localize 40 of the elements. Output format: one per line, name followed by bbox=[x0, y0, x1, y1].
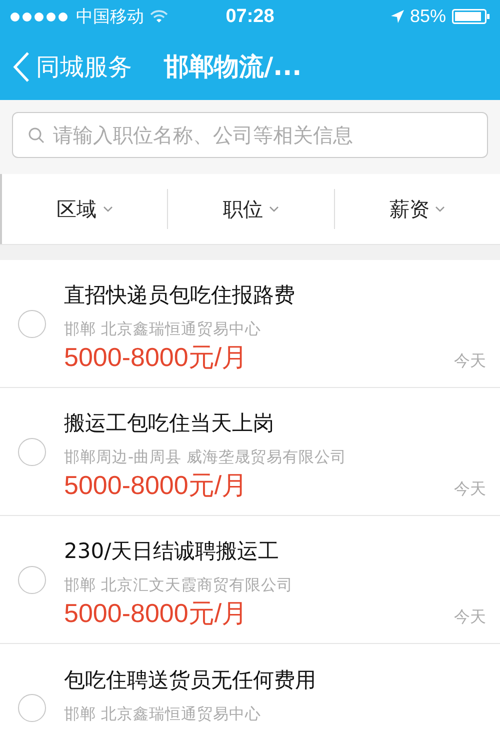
company-name: 邯郸 北京汇文天霞商贸有限公司 bbox=[64, 574, 294, 596]
job-listing[interactable]: 直招快递员包吃住报路费 邯郸 北京鑫瑞恒通贸易中心 5000-8000元/月 今天 bbox=[0, 260, 500, 388]
post-date: 今天 bbox=[454, 350, 486, 372]
job-listing[interactable]: 包吃住聘送货员无任何费用 邯郸 北京鑫瑞恒通贸易中心 bbox=[0, 644, 500, 750]
back-chevron-icon bbox=[12, 50, 30, 82]
select-radio[interactable] bbox=[18, 310, 46, 338]
job-title: 230/天日结诚聘搬运工 bbox=[64, 538, 280, 564]
filter-tab[interactable]: 区域 bbox=[2, 189, 168, 229]
post-date: 今天 bbox=[454, 606, 486, 628]
carrier-name: 中国移动 bbox=[76, 6, 144, 28]
status-time: 07:28 bbox=[226, 6, 274, 28]
battery-icon bbox=[452, 9, 490, 24]
select-radio[interactable] bbox=[18, 566, 46, 594]
job-listing[interactable]: 230/天日结诚聘搬运工 邯郸 北京汇文天霞商贸有限公司 5000-8000元/月 今天 bbox=[0, 516, 500, 644]
job-listing[interactable]: 搬运工包吃住当天上岗 邯郸周边-曲周县 威海垄晟贸易有限公司 5000-8000元/月 今天 bbox=[0, 388, 500, 516]
job-title: 搬运工包吃住当天上岗 bbox=[64, 410, 275, 436]
salary: 5000-8000元/月 bbox=[64, 340, 248, 374]
chevron-down-icon bbox=[102, 206, 113, 212]
filter-tab[interactable]: 职位 bbox=[167, 189, 334, 229]
post-date: 今天 bbox=[454, 478, 486, 500]
job-title: 直招快递员包吃住报路费 bbox=[64, 282, 296, 308]
select-radio[interactable] bbox=[18, 438, 46, 466]
job-title: 包吃住聘送货员无任何费用 bbox=[64, 667, 317, 694]
select-radio[interactable] bbox=[18, 694, 46, 722]
salary: 5000-8000元/月 bbox=[64, 596, 248, 630]
battery-percent: 85% bbox=[410, 6, 446, 27]
search-icon bbox=[28, 127, 45, 144]
company-name: 邯郸周边-曲周县 威海垄晟贸易有限公司 bbox=[64, 446, 348, 468]
location-arrow-icon bbox=[390, 10, 404, 23]
company-name: 邯郸 北京鑫瑞恒通贸易中心 bbox=[64, 318, 262, 340]
chevron-down-icon bbox=[435, 206, 446, 212]
chevron-down-icon bbox=[268, 206, 279, 212]
back-label: 同城服务 bbox=[36, 52, 132, 82]
wifi-icon bbox=[150, 10, 168, 23]
company-name: 邯郸 北京鑫瑞恒通贸易中心 bbox=[64, 704, 262, 725]
salary: 5000-8000元/月 bbox=[64, 468, 248, 502]
filter-tab[interactable]: 薪资 bbox=[334, 189, 500, 229]
search-field[interactable]: 请输入职位名称、公司等相关信息 bbox=[12, 112, 488, 158]
signal-icon bbox=[10, 12, 70, 22]
page-title: 邯郸物流/... bbox=[164, 51, 302, 83]
